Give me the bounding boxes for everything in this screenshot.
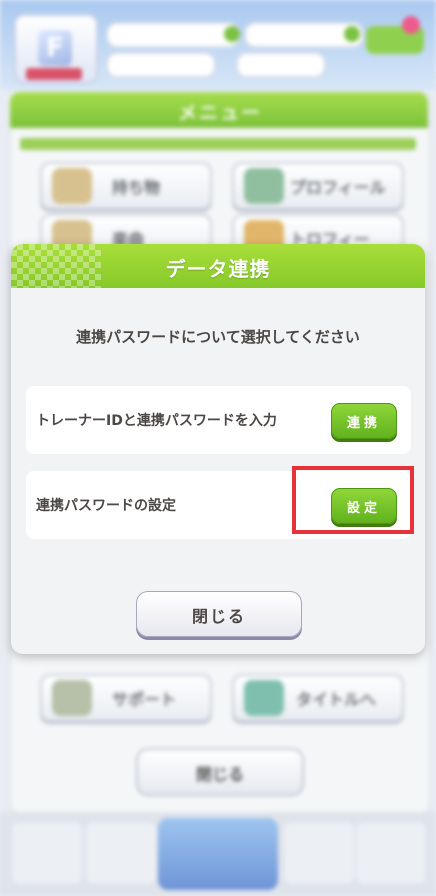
profile-icon xyxy=(244,168,284,204)
stat-bar-1 xyxy=(106,22,240,48)
menu-button-profile: プロフィール xyxy=(232,162,404,210)
menu-button-support: サポート xyxy=(40,674,212,722)
menu-button-label: プロフィール xyxy=(290,178,386,197)
notification-badge xyxy=(402,16,420,34)
plus-icon xyxy=(344,26,360,42)
stat-bar-4 xyxy=(236,52,326,78)
bottom-tab-home xyxy=(158,818,278,890)
plus-icon xyxy=(224,26,240,42)
menu-button-inventory: 持ち物 xyxy=(40,162,212,210)
bottom-tab-5 xyxy=(356,822,426,884)
background-close-label: 閉じる xyxy=(195,765,244,784)
menu-button-label: サポート xyxy=(112,690,177,709)
menu-title: メニュー xyxy=(177,102,262,124)
dialog-header: データ連携 xyxy=(11,244,425,288)
close-button[interactable]: 閉じる xyxy=(136,591,302,637)
bottom-tab-2 xyxy=(86,822,156,884)
close-button-label: 閉じる xyxy=(191,607,246,626)
menu-section-bar xyxy=(20,138,416,150)
menu-button-label: タイトルへ xyxy=(296,690,377,709)
dialog-prompt: 連携パスワードについて選択してください xyxy=(76,328,360,346)
password-setting-label: 連携パスワードの設定 xyxy=(36,498,176,514)
trainer-rank-emblem: F xyxy=(14,14,98,84)
support-icon xyxy=(52,680,92,716)
link-input-label: トレーナーIDと連携パスワードを入力 xyxy=(36,413,277,429)
inventory-icon xyxy=(52,168,92,204)
menu-button-title: タイトルへ xyxy=(232,674,404,722)
highlight-box xyxy=(292,466,414,534)
data-link-dialog: データ連携 連携パスワードについて選択してください トレーナーIDと連携パスワー… xyxy=(11,244,425,654)
title-screen-icon xyxy=(244,680,284,716)
background-close-button: 閉じる xyxy=(136,748,304,796)
bottom-tab-1 xyxy=(12,822,82,884)
rank-badge-icon: F xyxy=(38,30,72,66)
dialog-title: データ連携 xyxy=(165,257,271,281)
link-input-row: トレーナーIDと連携パスワードを入力 連携 xyxy=(26,386,411,454)
stat-bar-3 xyxy=(106,52,216,78)
link-button[interactable]: 連携 xyxy=(331,403,397,439)
link-button-label: 連携 xyxy=(346,416,381,431)
rank-ribbon xyxy=(26,68,82,80)
bottom-tab-4 xyxy=(284,822,354,884)
menu-button-label: 持ち物 xyxy=(112,178,161,197)
